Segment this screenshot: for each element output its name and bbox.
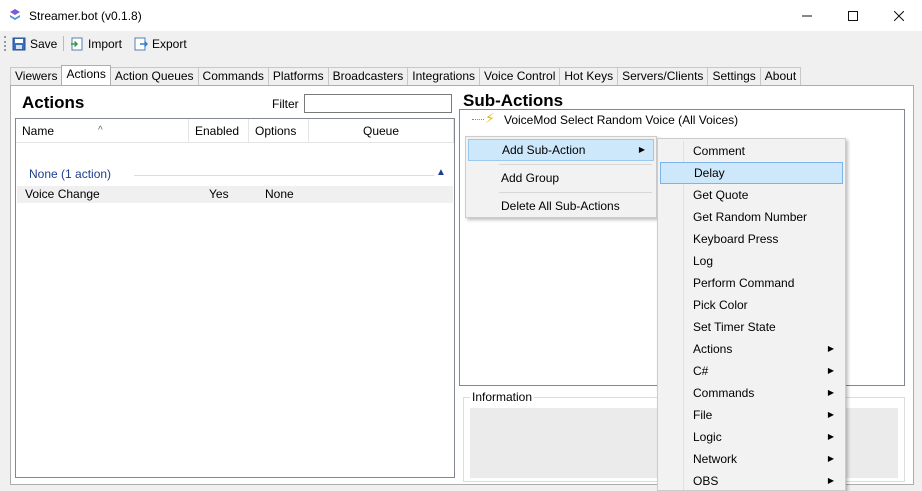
submenu-item-label: Logic xyxy=(693,430,722,444)
submenu-arrow-icon: ▶ xyxy=(827,410,834,419)
submenu-item-log[interactable]: Log xyxy=(660,250,843,272)
streamerbot-logo-icon xyxy=(10,9,20,20)
import-button[interactable]: Import xyxy=(70,35,122,53)
filter-label: Filter xyxy=(272,97,299,111)
tree-connector xyxy=(472,119,484,120)
submenu-item-label: Actions xyxy=(693,342,733,356)
add-sub-action-submenu: Comment Delay Get Quote Get Random Numbe… xyxy=(657,138,846,491)
submenu-item-commands[interactable]: Commands ▶ xyxy=(660,382,843,404)
column-queue[interactable]: Queue xyxy=(309,119,454,143)
column-options[interactable]: Options xyxy=(249,119,309,143)
tab-action-queues[interactable]: Action Queues xyxy=(109,67,199,85)
row-enabled: Yes xyxy=(209,187,229,201)
minimize-icon xyxy=(802,15,812,16)
tab-settings[interactable]: Settings xyxy=(707,67,761,85)
toolbar-grip[interactable] xyxy=(4,36,6,51)
submenu-arrow-icon: ▶ xyxy=(827,454,834,463)
toolbar-separator xyxy=(63,36,64,51)
tab-servers-clients[interactable]: Servers/Clients xyxy=(617,67,709,85)
save-label: Save xyxy=(30,37,58,51)
submenu-arrow-icon: ▶ xyxy=(827,388,834,397)
tab-voice-control[interactable]: Voice Control xyxy=(479,67,561,85)
submenu-item-file[interactable]: File ▶ xyxy=(660,404,843,426)
submenu-item-get-quote[interactable]: Get Quote xyxy=(660,184,843,206)
save-icon xyxy=(12,37,26,51)
actions-title: Actions xyxy=(22,93,85,112)
sort-ascending-icon: ^ xyxy=(98,125,103,136)
group-collapse-icon[interactable]: ▲ xyxy=(436,167,446,178)
export-icon xyxy=(134,37,148,51)
export-label: Export xyxy=(152,37,187,51)
submenu-item-keyboard-press[interactable]: Keyboard Press xyxy=(660,228,843,250)
tab-about[interactable]: About xyxy=(759,67,802,85)
submenu-item-csharp[interactable]: C# ▶ xyxy=(660,360,843,382)
submenu-item-network[interactable]: Network ▶ xyxy=(660,448,843,470)
menu-item-label: Add Sub-Action xyxy=(502,143,586,157)
submenu-item-label: OBS xyxy=(693,474,719,488)
submenu-item-comment[interactable]: Comment xyxy=(660,140,843,162)
actions-list[interactable]: Name ^ Enabled Options Queue None (1 act… xyxy=(15,118,455,478)
column-enabled[interactable]: Enabled xyxy=(189,119,249,143)
close-button[interactable] xyxy=(876,0,922,31)
submenu-item-delay[interactable]: Delay xyxy=(660,162,843,184)
tab-actions[interactable]: Actions xyxy=(61,65,111,85)
minimize-button[interactable] xyxy=(784,0,830,31)
maximize-button[interactable] xyxy=(830,0,876,31)
menu-item-delete-all[interactable]: Delete All Sub-Actions xyxy=(468,195,654,217)
submenu-arrow-icon: ▶ xyxy=(638,145,645,154)
tab-hot-keys[interactable]: Hot Keys xyxy=(559,67,619,85)
export-button[interactable]: Export xyxy=(134,35,187,53)
menu-item-add-group[interactable]: Add Group xyxy=(468,167,654,189)
submenu-item-label: File xyxy=(693,408,713,422)
main-tabs: Viewers Actions Action Queues Commands P… xyxy=(10,65,802,85)
row-options: None xyxy=(265,187,294,201)
close-icon xyxy=(894,10,904,21)
submenu-arrow-icon: ▶ xyxy=(827,344,834,353)
submenu-item-obs[interactable]: OBS ▶ xyxy=(660,470,843,491)
tab-viewers[interactable]: Viewers xyxy=(10,67,63,85)
menu-separator xyxy=(499,192,652,193)
submenu-item-label: Commands xyxy=(693,386,755,400)
title-bar: Streamer.bot (v0.1.8) xyxy=(0,0,922,31)
column-name[interactable]: Name ^ xyxy=(16,119,189,143)
tab-commands[interactable]: Commands xyxy=(197,67,269,85)
window-title: Streamer.bot (v0.1.8) xyxy=(29,9,142,23)
lightning-bolt-icon: ⚡ xyxy=(485,110,495,126)
submenu-arrow-icon: ▶ xyxy=(827,366,834,375)
submenu-item-label: Network xyxy=(693,452,738,466)
tab-broadcasters[interactable]: Broadcasters xyxy=(327,67,409,85)
submenu-item-get-random-number[interactable]: Get Random Number xyxy=(660,206,843,228)
row-name: Voice Change xyxy=(25,187,100,201)
submenu-item-logic[interactable]: Logic ▶ xyxy=(660,426,843,448)
save-button[interactable]: Save xyxy=(12,35,57,53)
maximize-icon xyxy=(848,10,858,21)
import-icon xyxy=(71,37,83,51)
filter-input[interactable] xyxy=(304,94,452,113)
table-row[interactable]: Voice Change Yes None xyxy=(17,186,453,203)
submenu-item-actions[interactable]: Actions ▶ xyxy=(660,338,843,360)
menu-item-add-sub-action[interactable]: Add Sub-Action ▶ xyxy=(468,139,654,161)
context-menu: Add Sub-Action ▶ Add Group Delete All Su… xyxy=(465,136,657,218)
subactions-title: Sub-Actions xyxy=(463,91,564,110)
tab-platforms[interactable]: Platforms xyxy=(267,67,329,85)
submenu-item-perform-command[interactable]: Perform Command xyxy=(660,272,843,294)
submenu-item-set-timer-state[interactable]: Set Timer State xyxy=(660,316,843,338)
group-divider xyxy=(134,175,434,176)
group-header-label: None (1 action) xyxy=(29,167,112,181)
submenu-item-label: C# xyxy=(693,364,709,378)
actions-list-header: Name ^ Enabled Options Queue xyxy=(16,119,454,143)
information-label: Information xyxy=(470,390,535,404)
toolbar: Save Import Export xyxy=(0,31,922,56)
subaction-item[interactable]: VoiceMod Select Random Voice (All Voices… xyxy=(504,113,738,127)
tab-integrations[interactable]: Integrations xyxy=(407,67,481,85)
column-name-label: Name xyxy=(22,124,55,138)
submenu-arrow-icon: ▶ xyxy=(827,432,834,441)
submenu-arrow-icon: ▶ xyxy=(827,476,834,485)
import-label: Import xyxy=(88,37,123,51)
submenu-item-pick-color[interactable]: Pick Color xyxy=(660,294,843,316)
menu-separator xyxy=(499,164,652,165)
